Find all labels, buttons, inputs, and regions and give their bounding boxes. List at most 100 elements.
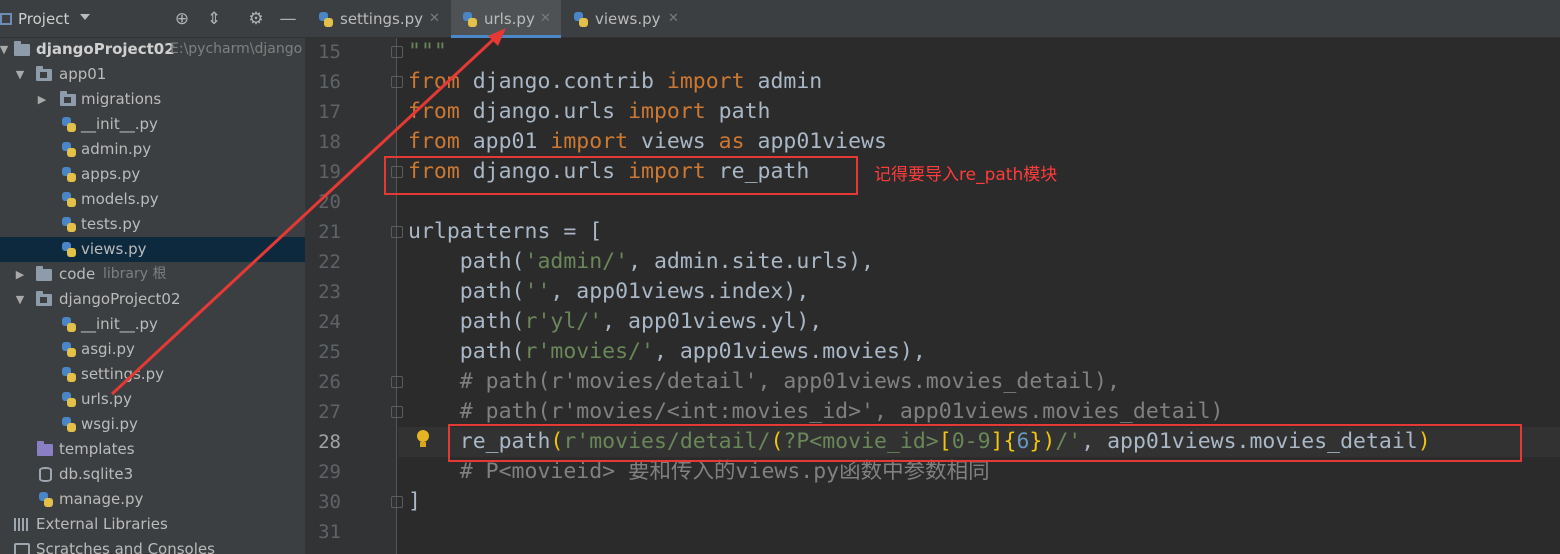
tree-item-settings-py[interactable]: settings.py — [0, 362, 305, 387]
code-line-21: urlpatterns = [ — [408, 217, 602, 247]
tree-item-templates[interactable]: templates — [0, 437, 305, 462]
hide-panel-icon[interactable]: — — [278, 9, 298, 29]
keyword-token: from — [408, 99, 460, 124]
python-file-icon — [463, 12, 477, 27]
tree-item-migrations[interactable]: ▶ migrations — [0, 87, 305, 112]
tree-item-label: manage.py — [59, 490, 144, 508]
tree-item-apps-py[interactable]: apps.py — [0, 162, 305, 187]
code-line-18: from app01 import views as app01views — [408, 127, 887, 157]
keyword-token: import — [550, 129, 629, 154]
code-line-30: ] — [408, 487, 421, 517]
tree-item-init-py[interactable]: __init__.py — [0, 112, 305, 137]
annotation-text: 记得要导入re_path模块 — [874, 165, 1058, 185]
tree-item-manage-py[interactable]: manage.py — [0, 487, 305, 512]
tree-item-label: templates — [59, 440, 135, 458]
close-icon[interactable]: ✕ — [429, 0, 440, 38]
templates-folder-icon — [37, 441, 53, 456]
chevron-down-icon[interactable]: ▼ — [14, 287, 26, 312]
locate-icon[interactable]: ⊕ — [172, 9, 192, 29]
annotation-box-re-path — [448, 424, 1522, 462]
fold-marker-icon[interactable] — [391, 496, 403, 508]
fold-marker-icon[interactable] — [391, 406, 403, 418]
database-file-icon — [39, 467, 52, 482]
tree-item-label: djangoProject02 — [59, 290, 181, 308]
keyword-token: import — [628, 99, 706, 124]
python-file-icon — [574, 12, 588, 27]
python-file-icon — [62, 317, 76, 332]
module-folder-icon — [36, 291, 52, 306]
code-line-24: path(r'yl/', app01views.yl), — [408, 307, 822, 337]
folder-icon — [14, 41, 30, 56]
close-icon[interactable]: ✕ — [668, 0, 679, 38]
tree-item-admin-py[interactable]: admin.py — [0, 137, 305, 162]
annotation-box-import — [384, 156, 858, 195]
python-file-icon — [62, 117, 76, 132]
tree-item-label: apps.py — [81, 165, 141, 183]
tree-item-app01[interactable]: ▼ app01 — [0, 62, 305, 87]
tree-item-label: tests.py — [81, 215, 141, 233]
line-number: 16 — [318, 71, 341, 93]
tree-item-label: admin.py — [81, 140, 152, 158]
code-token: path( — [408, 279, 525, 304]
comment-token: # path(r'movies/detail', app01views.movi… — [408, 369, 1120, 394]
tree-item-djangoproject02-package[interactable]: ▼ djangoProject02 — [0, 287, 305, 312]
chevron-down-icon[interactable]: ▼ — [0, 37, 10, 62]
tree-item-asgi-py[interactable]: asgi.py — [0, 337, 305, 362]
close-icon[interactable]: ✕ — [540, 0, 551, 38]
code-line-23: path('', app01views.index), — [408, 277, 810, 307]
code-token: views — [628, 129, 719, 154]
project-panel-title[interactable]: Project — [18, 10, 69, 28]
tree-item-init-py[interactable]: __init__.py — [0, 312, 305, 337]
code-token: admin — [744, 69, 823, 94]
keyword-token: from — [408, 129, 460, 154]
gear-icon[interactable]: ⚙ — [246, 9, 266, 29]
chevron-right-icon[interactable]: ▶ — [36, 87, 48, 112]
tree-item-urls-py[interactable]: urls.py — [0, 387, 305, 412]
fold-marker-icon[interactable] — [391, 46, 403, 58]
tab-urls-py[interactable]: urls.py ✕ — [451, 0, 561, 38]
tree-item-scratches[interactable]: Scratches and Consoles — [0, 537, 305, 554]
string-token: r'yl/' — [524, 309, 603, 334]
chevron-down-icon[interactable] — [80, 14, 90, 20]
line-number-current: 28 — [318, 431, 341, 453]
chevron-right-icon[interactable]: ▶ — [14, 262, 26, 287]
tree-item-label: app01 — [59, 65, 107, 83]
code-token: , app01views.yl), — [602, 309, 823, 334]
tree-item-models-py[interactable]: models.py — [0, 187, 305, 212]
fold-marker-icon[interactable] — [391, 76, 403, 88]
code-line-17: from django.urls import path — [408, 97, 770, 127]
tree-item-views-py[interactable]: views.py — [0, 237, 305, 262]
tree-item-db-sqlite3[interactable]: db.sqlite3 — [0, 462, 305, 487]
tab-settings-py[interactable]: settings.py ✕ — [305, 0, 450, 38]
tree-item-code[interactable]: ▶ code library 根 — [0, 262, 305, 287]
tree-item-wsgi-py[interactable]: wsgi.py — [0, 412, 305, 437]
tab-views-py[interactable]: views.py ✕ — [562, 0, 692, 38]
code-token: django.contrib — [459, 69, 667, 94]
code-line-26: # path(r'movies/detail', app01views.movi… — [408, 367, 1120, 397]
tree-item-tests-py[interactable]: tests.py — [0, 212, 305, 237]
keyword-token: as — [718, 129, 745, 154]
line-number: 15 — [318, 41, 341, 63]
chevron-down-icon[interactable]: ▼ — [14, 62, 26, 87]
tree-item-label: __init__.py — [81, 115, 158, 133]
project-panel: Project ⊕ ⇕ ⚙ — ▼ djangoProject02 E:\pyc… — [0, 0, 305, 554]
tree-item-label: views.py — [81, 240, 147, 258]
line-number: 21 — [318, 221, 341, 243]
line-number: 26 — [318, 371, 341, 393]
tree-item-label: settings.py — [81, 365, 164, 383]
project-view-icon — [0, 13, 12, 25]
fold-marker-icon[interactable] — [391, 226, 403, 238]
tree-item-label: External Libraries — [36, 515, 168, 533]
tab-label: settings.py — [340, 10, 423, 28]
fold-marker-icon[interactable] — [391, 376, 403, 388]
code-token: , app01views.index), — [550, 279, 810, 304]
python-file-icon — [62, 242, 76, 257]
python-file-icon — [62, 417, 76, 432]
tree-item-label: __init__.py — [81, 315, 158, 333]
code-token: app01views — [744, 129, 887, 154]
code-line-15: """ — [408, 37, 447, 67]
code-line-27: # path(r'movies/<int:movies_id>', app01v… — [408, 397, 1224, 427]
tree-item-djangoproject02-root[interactable]: ▼ djangoProject02 E:\pycharm\django — [0, 37, 305, 62]
tree-item-external-libraries[interactable]: External Libraries — [0, 512, 305, 537]
collapse-all-icon[interactable]: ⇕ — [204, 9, 224, 29]
